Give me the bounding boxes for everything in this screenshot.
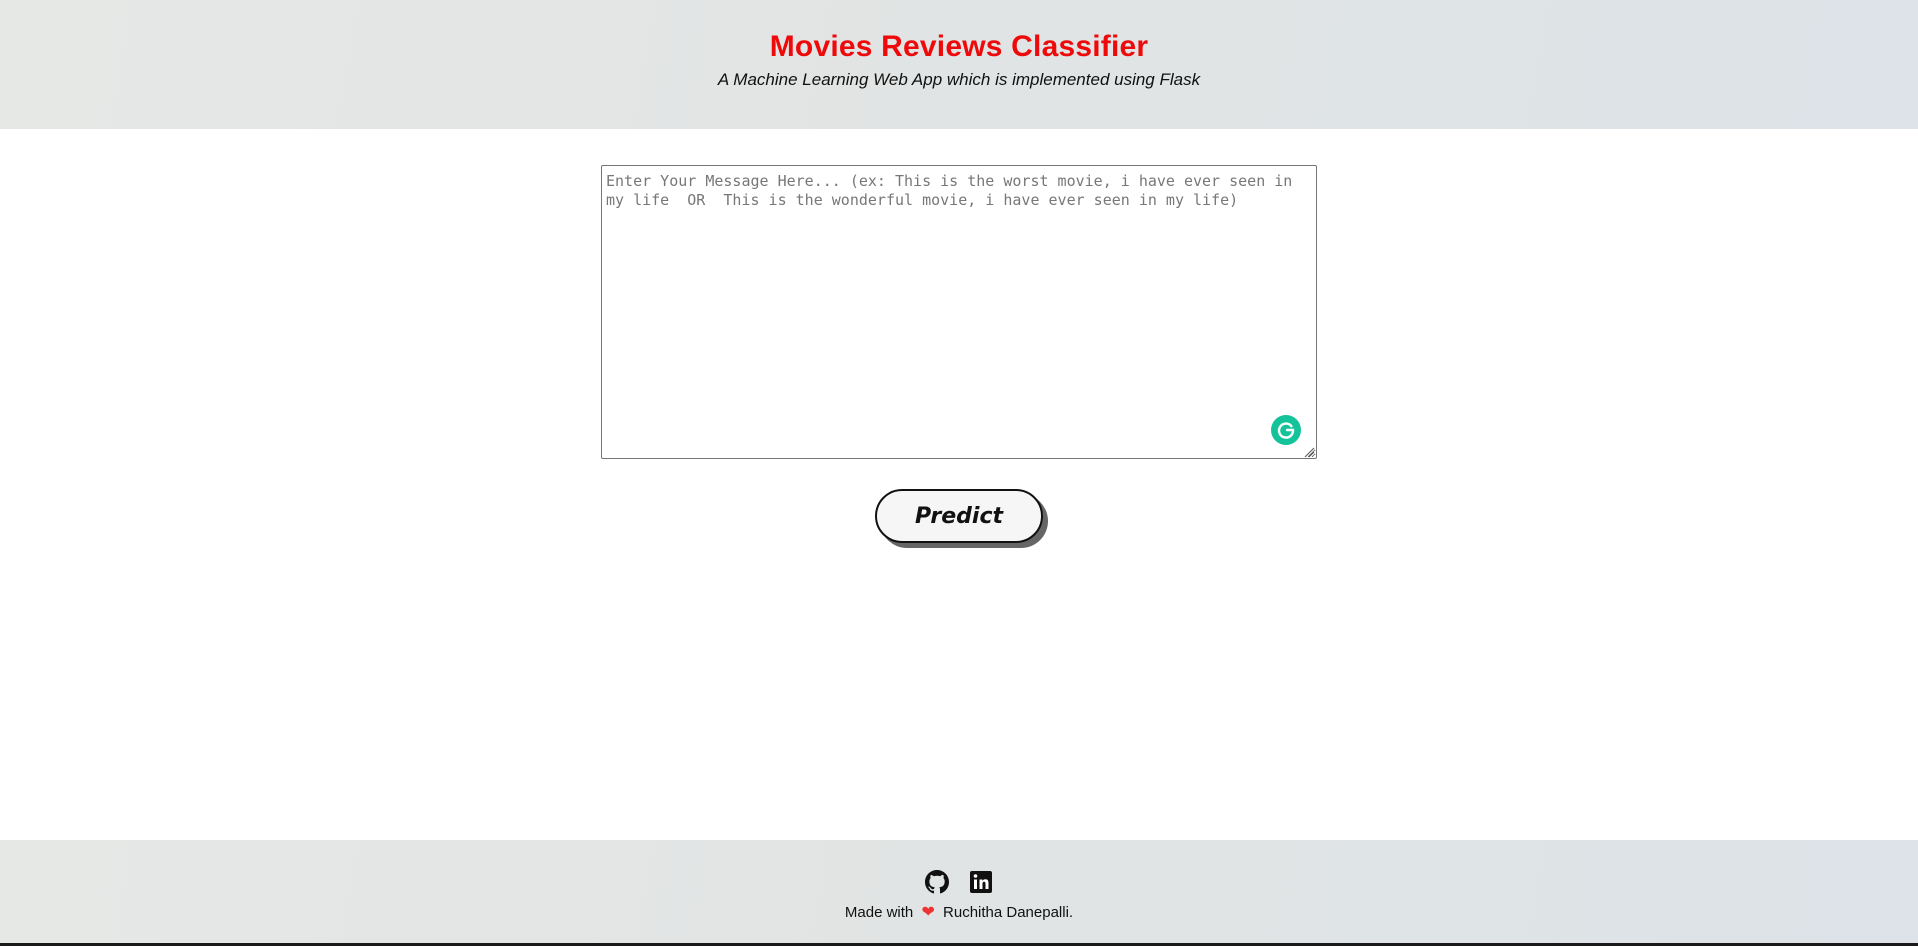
message-field-container bbox=[601, 165, 1317, 459]
author-name: Ruchitha Danepalli. bbox=[943, 904, 1074, 921]
footer: Made with ❤ Ruchitha Danepalli. bbox=[0, 840, 1918, 946]
page-title: Movies Reviews Classifier bbox=[769, 30, 1149, 63]
predict-button[interactable]: Predict bbox=[875, 489, 1043, 543]
github-icon[interactable] bbox=[925, 870, 949, 894]
page: Movies Reviews Classifier A Machine Lear… bbox=[0, 0, 1918, 946]
page-subtitle: A Machine Learning Web App which is impl… bbox=[717, 70, 1201, 89]
linkedin-icon[interactable] bbox=[969, 870, 993, 894]
made-with-text: Made with bbox=[844, 904, 914, 921]
grammarly-icon[interactable] bbox=[1271, 415, 1301, 445]
social-links bbox=[0, 870, 1918, 894]
heart-icon: ❤ bbox=[921, 904, 935, 921]
message-input[interactable] bbox=[601, 165, 1317, 459]
resize-handle-icon[interactable] bbox=[1303, 445, 1315, 458]
header: Movies Reviews Classifier A Machine Lear… bbox=[0, 0, 1918, 129]
credit-line: Made with ❤ Ruchitha Danepalli. bbox=[0, 902, 1918, 922]
